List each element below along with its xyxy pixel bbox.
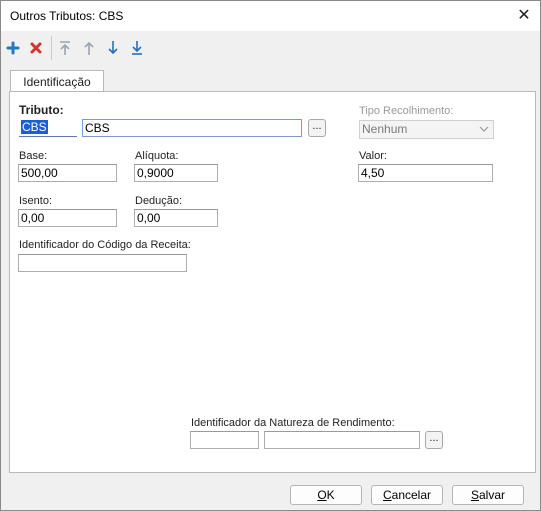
tributo-label: Tributo: [19, 103, 64, 117]
natureza-rendimento-code-field[interactable] [190, 431, 259, 449]
window-title: Outros Tributos: CBS [10, 9, 124, 23]
tab-strip: Identificação [1, 66, 540, 93]
aliquota-field[interactable]: 0,9000 [134, 164, 218, 182]
natureza-rendimento-label: Identificador da Natureza de Rendimento: [191, 417, 395, 429]
close-icon[interactable]: ✕ [514, 6, 534, 26]
isento-field[interactable]: 0,00 [18, 209, 117, 227]
move-bottom-icon[interactable] [128, 38, 146, 58]
move-top-icon[interactable] [56, 38, 74, 58]
chevron-down-icon [479, 121, 489, 144]
tab-identificacao[interactable]: Identificação [10, 70, 104, 93]
move-up-icon[interactable] [80, 38, 98, 58]
natureza-rendimento-lookup-button[interactable]: ... [425, 431, 443, 449]
tab-panel-identificacao [9, 91, 536, 473]
tributo-code-value: CBS [21, 120, 48, 134]
move-down-icon[interactable] [104, 38, 122, 58]
isento-label: Isento: [19, 195, 53, 207]
base-field[interactable]: 500,00 [18, 164, 117, 182]
toolbar [1, 32, 540, 64]
ok-button-label: K [326, 488, 335, 502]
title-bar: Outros Tributos: CBS ✕ [1, 1, 540, 31]
tributo-code-field[interactable]: CBS [19, 119, 77, 137]
tipo-recolhimento-label: Tipo Recolhimento: [359, 105, 454, 117]
cancel-button-mnemonic: C [382, 488, 392, 502]
base-label: Base: [19, 150, 48, 162]
tributo-lookup-button[interactable]: ... [308, 119, 326, 137]
save-button[interactable]: Salvar [452, 485, 524, 505]
delete-x-icon[interactable] [27, 38, 45, 58]
valor-field[interactable]: 4,50 [358, 164, 493, 182]
ok-button[interactable]: OK [290, 485, 362, 505]
tributo-description-field[interactable]: CBS [82, 119, 302, 137]
ok-button-mnemonic: O [317, 488, 327, 502]
toolbar-separator [51, 36, 52, 60]
deducao-label: Dedução: [135, 195, 183, 207]
valor-label: Valor: [359, 150, 387, 162]
save-button-mnemonic: S [470, 488, 479, 502]
aliquota-label: Alíquota: [135, 150, 179, 162]
cancel-button-label: ancelar [391, 488, 432, 502]
save-button-label: alvar [479, 488, 506, 502]
tipo-recolhimento-select[interactable]: Nenhum [359, 120, 494, 139]
codigo-receita-field[interactable] [18, 254, 187, 272]
natureza-rendimento-description-field[interactable] [264, 431, 420, 449]
cancel-button[interactable]: Cancelar [371, 485, 443, 505]
plus-icon[interactable] [4, 38, 22, 58]
deducao-field[interactable]: 0,00 [134, 209, 218, 227]
tipo-recolhimento-value: Nenhum [362, 122, 408, 136]
codigo-receita-label: Identificador do Código da Receita: [19, 239, 191, 251]
